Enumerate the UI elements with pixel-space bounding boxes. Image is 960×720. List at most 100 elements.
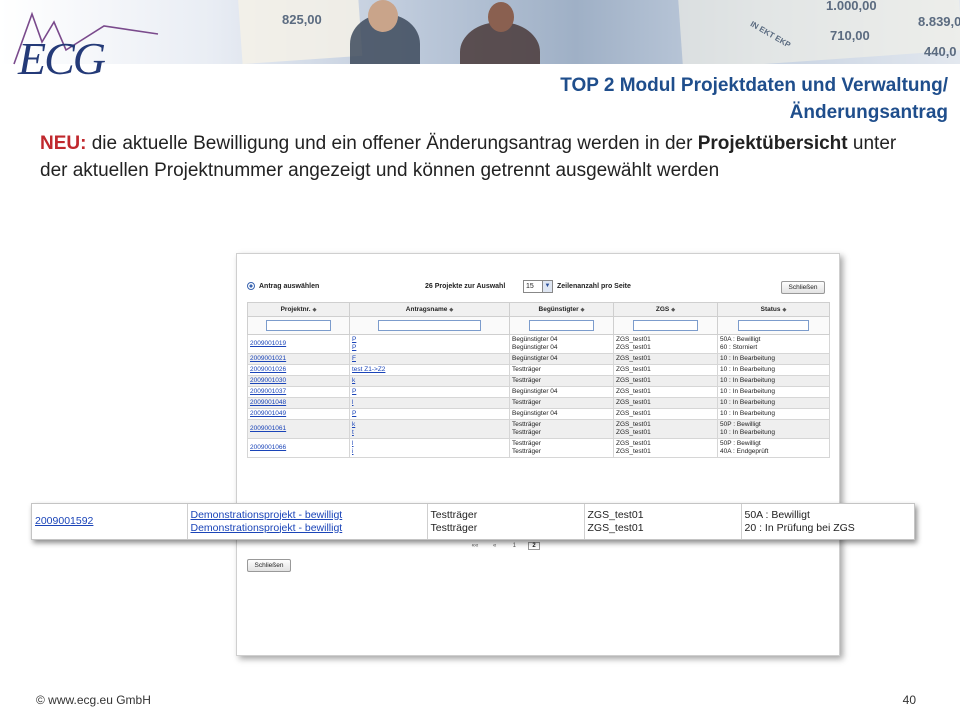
- cell-zgs-line: ZGS_test01: [616, 344, 651, 351]
- sort-icon[interactable]: ◆: [449, 307, 453, 313]
- table-row[interactable]: 2009001061 k t Testträger Testträger ZGS_test…: [247, 419, 830, 439]
- cell-status-line: 50P : Bewilligt: [720, 421, 761, 428]
- cell-status: 10 : In Bearbeitung: [717, 364, 830, 376]
- intro-neu: NEU:: [40, 133, 87, 154]
- select-label: Antrag auswählen: [259, 283, 320, 290]
- table-row[interactable]: 2009001021 F Begünstigter 04 ZGS_test01 10 :…: [247, 353, 830, 365]
- intro-text-1: die aktuelle Bewilligung und ein offener…: [86, 133, 698, 154]
- cell-application-name: PP: [349, 334, 510, 354]
- column-header-projektnr[interactable]: Projektnr. ◆: [247, 302, 350, 317]
- banner-number: 825,00: [282, 12, 322, 27]
- cell-beneficiary-line: Testträger: [512, 440, 541, 447]
- project-number-link[interactable]: 2009001061: [250, 425, 286, 432]
- project-number-link[interactable]: 2009001037: [250, 388, 286, 395]
- sort-icon[interactable]: ◆: [581, 307, 585, 313]
- application-link-1[interactable]: Demonstrationsprojekt - bewilligt: [191, 509, 343, 521]
- project-overview-panel: Antrag auswählen 26 Projekte zur Auswahl…: [236, 253, 840, 656]
- pager-page-1[interactable]: 1: [508, 543, 520, 549]
- application-link[interactable]: P: [352, 410, 356, 417]
- footer-copyright: © www.ecg.eu GmbH: [36, 693, 151, 707]
- application-link[interactable]: l: [352, 440, 353, 447]
- filter-input-beguenstigter[interactable]: [528, 320, 595, 331]
- table-row[interactable]: 2009001026 test Z1->Z2 Testträger ZGS_test0…: [247, 364, 830, 376]
- cell-application-name: P: [349, 386, 510, 398]
- select-radio[interactable]: [247, 282, 255, 290]
- row-status: 50A : Bewilligt 20 : In Prüfung bei ZGS: [744, 508, 855, 534]
- cell-status: 10 : In Bearbeitung: [717, 397, 830, 409]
- project-number-link[interactable]: 2009001049: [250, 410, 286, 417]
- application-link[interactable]: t: [352, 429, 354, 436]
- project-number-link[interactable]: 2009001019: [250, 340, 286, 347]
- pager-page-2[interactable]: 2: [528, 542, 541, 550]
- filter-input-zgs[interactable]: [632, 320, 699, 331]
- column-header-antragsname[interactable]: Antragsname ◆: [349, 302, 510, 317]
- filter-input-antragsname[interactable]: [378, 320, 481, 331]
- column-header-status[interactable]: Status ◆: [717, 302, 830, 317]
- table-row[interactable]: 2009001030 k Testträger ZGS_test01 10 : In B…: [247, 375, 830, 387]
- close-button-top[interactable]: Schließen: [781, 281, 825, 294]
- cell-beneficiary: Begünstigter 04: [509, 386, 614, 398]
- cell-zgs-line: ZGS_test01: [616, 429, 651, 436]
- banner-number: 710,00: [830, 28, 870, 43]
- banner-face: [488, 2, 514, 32]
- rows-per-page-value: 15: [526, 283, 534, 290]
- column-header-beguenstigter[interactable]: Begünstigter ◆: [509, 302, 614, 317]
- cell-project-number: 2009001066: [247, 438, 350, 458]
- application-link[interactable]: i: [352, 448, 353, 455]
- column-header-zgs[interactable]: ZGS ◆: [613, 302, 718, 317]
- project-number-link[interactable]: 2009001021: [250, 355, 286, 362]
- cell-beneficiary: Testträger Testträger: [509, 419, 614, 439]
- table-row[interactable]: 2009001019 P P Begünstigter 04 Begünstigter …: [247, 334, 830, 354]
- application-link[interactable]: k: [352, 421, 355, 428]
- footer-page-number: 40: [902, 693, 916, 707]
- cell-zgs-line: ZGS_test01: [616, 399, 651, 406]
- cell-status: 10 : In Bearbeitung: [717, 375, 830, 387]
- project-number-link[interactable]: 2009001066: [250, 444, 286, 451]
- cell-beneficiary-line: Testträger: [512, 448, 541, 455]
- cell-status: 10 : In Bearbeitung: [717, 386, 830, 398]
- row-application-names: Demonstrationsprojekt - bewilligt Demons…: [187, 504, 428, 539]
- project-number-link[interactable]: 2009001030: [250, 377, 286, 384]
- table-row[interactable]: 2009001066 l i Testträger Testträger ZGS_test…: [247, 438, 830, 458]
- sort-icon[interactable]: ◆: [671, 307, 675, 313]
- cell-beneficiary: Testträger: [509, 397, 614, 409]
- application-link[interactable]: P: [352, 336, 356, 343]
- application-link-2[interactable]: Demonstrationsprojekt - bewilligt: [191, 522, 343, 534]
- application-link[interactable]: P: [352, 388, 356, 395]
- filter-input-projektnr[interactable]: [266, 320, 331, 331]
- application-link[interactable]: F: [352, 355, 356, 362]
- pager-prev[interactable]: «: [489, 543, 501, 549]
- cell-status-line: 50A : Bewilligt: [720, 336, 761, 343]
- project-number-link[interactable]: 2009001048: [250, 399, 286, 406]
- cell-application-name: test Z1->Z2: [349, 364, 510, 376]
- cell-beneficiary-line: Testträger: [512, 366, 541, 373]
- project-count: 26 Projekte zur Auswahl: [425, 283, 506, 290]
- cell-status-line: 10 : In Bearbeitung: [720, 399, 775, 406]
- application-link[interactable]: test Z1->Z2: [352, 366, 385, 373]
- application-link[interactable]: l: [352, 399, 353, 406]
- sort-icon[interactable]: ◆: [313, 307, 317, 313]
- slide-title-line2: Änderungsantrag: [789, 102, 948, 123]
- filter-input-status[interactable]: [738, 320, 809, 331]
- application-link[interactable]: k: [352, 377, 355, 384]
- table-row[interactable]: 2009001592 Demonstrationsprojekt - bewil…: [32, 504, 916, 539]
- pager-first[interactable]: ««: [469, 543, 481, 549]
- chevron-down-icon: ▼: [542, 281, 552, 292]
- rows-per-page-label: Zeilenanzahl pro Seite: [557, 283, 631, 290]
- cell-zgs-line: ZGS_test01: [616, 388, 651, 395]
- banner-paper: [237, 0, 363, 64]
- banner-face: [368, 0, 398, 32]
- table-row[interactable]: 2009001037 P Begünstigter 04 ZGS_test01 10 :…: [247, 386, 830, 398]
- application-link[interactable]: P: [352, 344, 356, 351]
- cell-status-line: 10 : In Bearbeitung: [720, 410, 775, 417]
- ecg-logo: ECG: [8, 6, 178, 86]
- cell-zgs: ZGS_test01 ZGS_test01: [613, 438, 718, 458]
- project-number-link[interactable]: 2009001592: [35, 515, 93, 527]
- close-button-bottom[interactable]: Schließen: [247, 559, 291, 572]
- table-row[interactable]: 2009001048 l Testträger ZGS_test01 10 : In B…: [247, 397, 830, 409]
- rows-per-page-select[interactable]: 15 ▼: [523, 280, 553, 293]
- project-number-link[interactable]: 2009001026: [250, 366, 286, 373]
- cell-beneficiary-line: Begünstigter 04: [512, 344, 558, 351]
- table-row[interactable]: 2009001049 P Begünstigter 04 ZGS_test01 10 :…: [247, 408, 830, 420]
- sort-icon[interactable]: ◆: [783, 307, 787, 313]
